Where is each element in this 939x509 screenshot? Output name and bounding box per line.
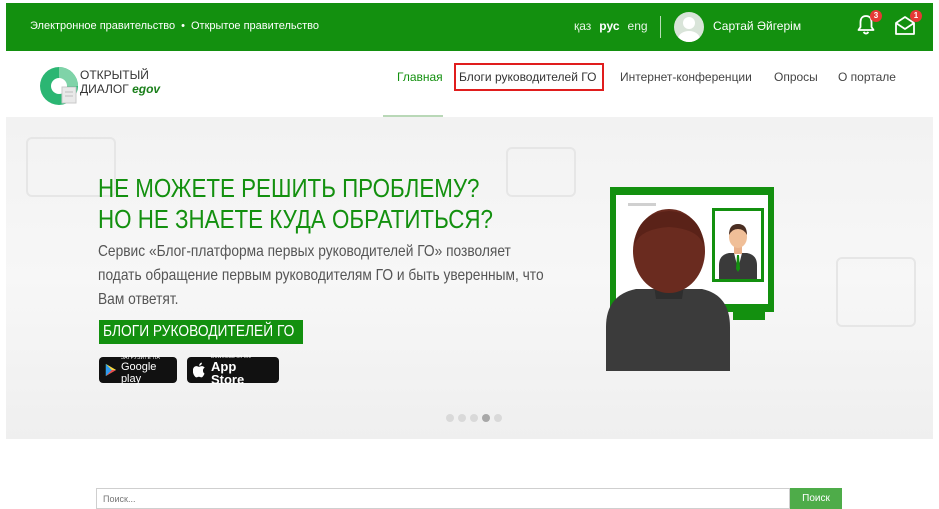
logo-brand: egov (132, 82, 161, 96)
nav-about[interactable]: О портале (838, 70, 896, 84)
screen-header-line (628, 203, 656, 206)
carousel-dots (446, 414, 502, 422)
carousel-dot[interactable] (470, 414, 478, 422)
logo-icon[interactable] (38, 65, 80, 107)
carousel-dot-active[interactable] (482, 414, 490, 422)
hero-blogs-button-label: БЛОГИ РУКОВОДИТЕЛЕЙ ГО (103, 323, 295, 340)
background-shape (836, 257, 916, 327)
app-store-button[interactable]: Download on the App Store (187, 354, 279, 387)
nav-conferences[interactable]: Интернет-конференции (620, 70, 752, 84)
link-open-government[interactable]: Открытое правительство (191, 20, 319, 32)
google-play-button[interactable]: ЗАГРУЗИТЕ НА Google play (99, 355, 177, 385)
search-button[interactable]: Поиск (790, 488, 842, 509)
messages-badge: 1 (910, 10, 922, 22)
hero-blogs-button[interactable]: БЛОГИ РУКОВОДИТЕЛЕЙ ГО (99, 320, 303, 344)
hero-headline-2: НО НЕ ЗНАЕТЕ КУДА ОБРАТИТЬСЯ? (98, 204, 493, 234)
nav-main[interactable]: Главная (397, 70, 443, 84)
messages-button[interactable]: 1 (894, 10, 922, 39)
avatar[interactable] (674, 12, 704, 42)
app-store-text: App Store (210, 359, 245, 387)
username[interactable]: Сартай Әйгерім (713, 19, 801, 33)
divider (660, 16, 661, 38)
carousel-dot[interactable] (458, 414, 466, 422)
lang-rus[interactable]: рус (599, 19, 619, 33)
nav-blogs[interactable]: Блоги руководителей ГО (459, 70, 596, 84)
google-play-text: Google play (120, 361, 157, 385)
lang-eng[interactable]: eng (628, 19, 648, 33)
search-input[interactable] (96, 488, 790, 509)
notifications-button[interactable]: 3 (856, 10, 882, 39)
lang-kaz[interactable]: қаз (574, 19, 591, 33)
background-shape (506, 147, 576, 197)
language-switcher: қаз рус eng (574, 19, 648, 33)
gov-links: Электронное правительство • Открытое пра… (30, 20, 319, 32)
logo-line1: ОТКРЫТЫЙ (80, 68, 149, 82)
carousel-dot[interactable] (446, 414, 454, 422)
link-separator: • (181, 20, 185, 32)
hero-headline-1: НЕ МОЖЕТЕ РЕШИТЬ ПРОБЛЕМУ? (98, 173, 480, 203)
logo-text[interactable]: ОТКРЫТЫЙ ДИАЛОГ egov (80, 68, 160, 96)
user-figure-icon (606, 209, 730, 371)
notifications-badge: 3 (870, 10, 882, 22)
logo-line2: ДИАЛОГ (80, 82, 129, 96)
apple-icon (193, 362, 205, 378)
nav-polls[interactable]: Опросы (774, 70, 818, 84)
play-icon (105, 364, 117, 376)
link-e-government[interactable]: Электронное правительство (30, 20, 175, 32)
monitor-stand (733, 312, 765, 320)
carousel-dot[interactable] (494, 414, 502, 422)
hero-description: Сервис «Блог-платформа первых руководите… (98, 243, 544, 308)
top-bar: Электронное правительство • Открытое пра… (6, 3, 933, 51)
hero-banner: НЕ МОЖЕТЕ РЕШИТЬ ПРОБЛЕМУ? НО НЕ ЗНАЕТЕ … (6, 117, 933, 439)
